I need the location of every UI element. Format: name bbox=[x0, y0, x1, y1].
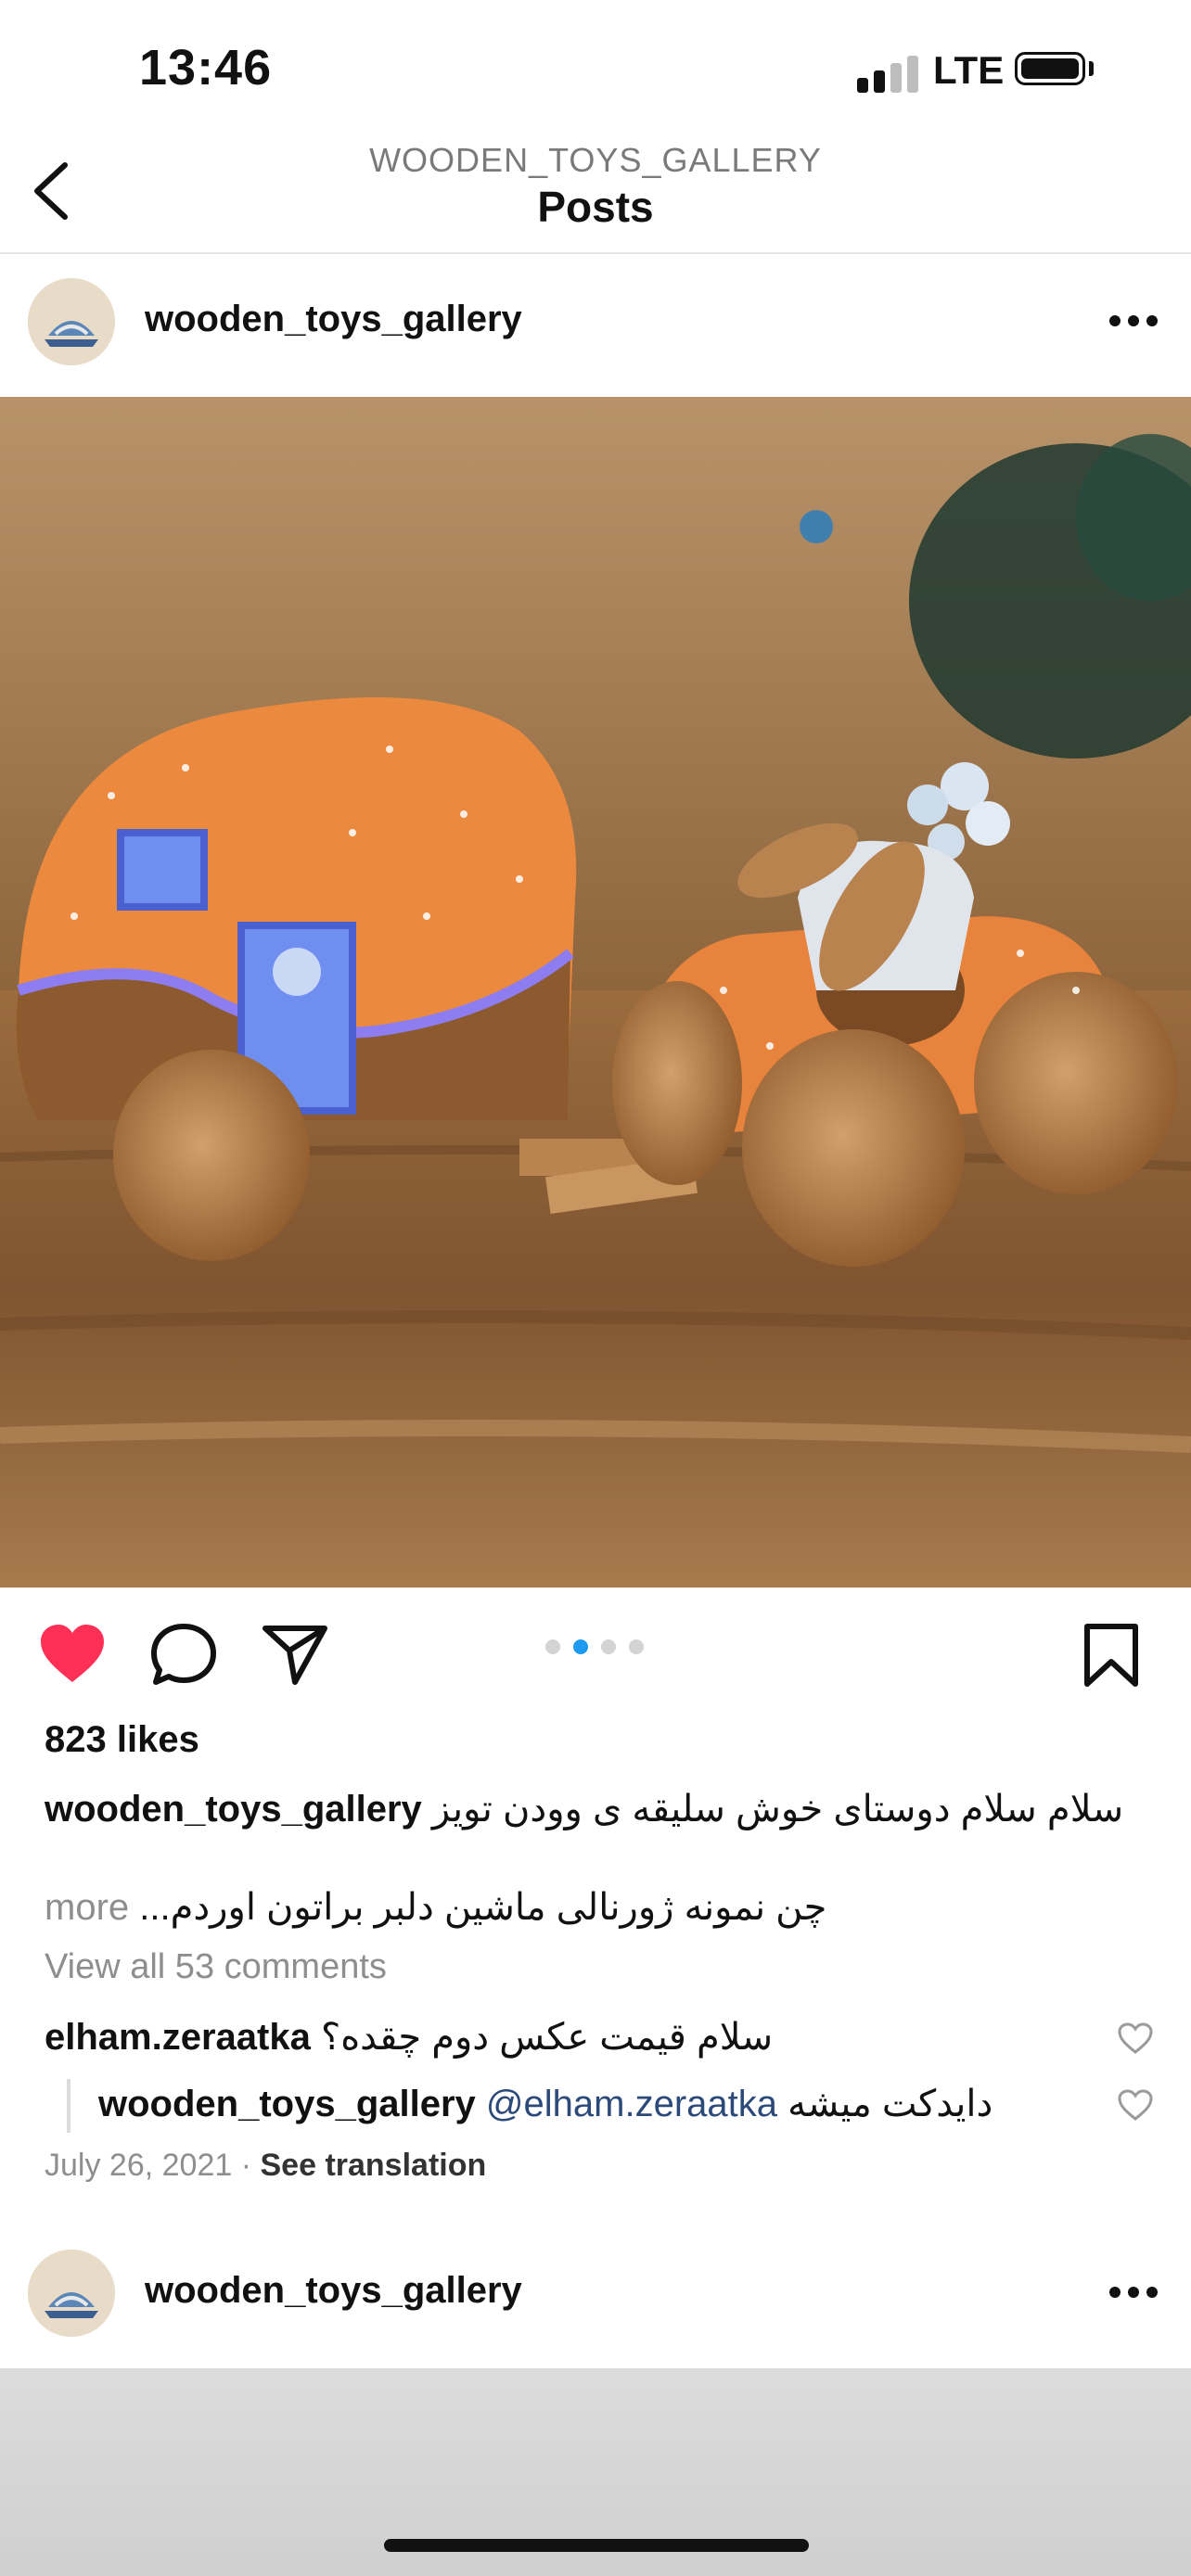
next-post-more-icon[interactable] bbox=[1109, 2287, 1165, 2302]
see-translation-link[interactable]: See translation bbox=[261, 2148, 487, 2183]
carousel-indicator bbox=[545, 1639, 647, 1658]
next-post-avatar[interactable] bbox=[28, 2250, 115, 2337]
reply-mention[interactable]: @elham.zeraatka bbox=[486, 2084, 777, 2124]
home-indicator[interactable] bbox=[384, 2539, 809, 2552]
date-separator: · bbox=[240, 2148, 261, 2183]
caption-text-1: سلام سلام دوستای خوش سلیقه ی وودن تویز bbox=[431, 1789, 1124, 1830]
heart-icon[interactable] bbox=[35, 1617, 109, 1691]
post-image[interactable] bbox=[0, 397, 1191, 1588]
reply-like-heart-icon[interactable] bbox=[1117, 2088, 1154, 2122]
caption-first-line: wooden_toys_gallery سلام سلام دوستای خوش… bbox=[45, 1788, 1139, 1830]
reply-thread-line bbox=[67, 2079, 70, 2133]
view-all-comments-link[interactable]: View all 53 comments bbox=[45, 1947, 387, 1987]
nav-subtitle: WOODEN_TOYS_GALLERY bbox=[369, 141, 822, 179]
status-time: 13:46 bbox=[139, 40, 273, 96]
battery-icon bbox=[1015, 52, 1085, 85]
post-date-line: July 26, 2021 · See translation bbox=[45, 2148, 486, 2184]
likes-count[interactable]: 823 likes bbox=[45, 1719, 199, 1761]
battery-cap bbox=[1089, 61, 1094, 76]
reply-username[interactable]: wooden_toys_gallery bbox=[98, 2084, 476, 2124]
reply-row: wooden_toys_gallery @elham.zeraatka داید… bbox=[98, 2083, 1082, 2125]
comment-icon[interactable] bbox=[147, 1617, 221, 1691]
bookmark-icon[interactable] bbox=[1074, 1617, 1148, 1691]
comment-username[interactable]: elham.zeraatka bbox=[45, 2017, 311, 2058]
post-username[interactable]: wooden_toys_gallery bbox=[145, 299, 522, 340]
avatar[interactable] bbox=[28, 278, 115, 365]
next-post-username[interactable]: wooden_toys_gallery bbox=[145, 2270, 522, 2312]
network-label: LTE bbox=[933, 48, 1005, 92]
comment-like-heart-icon[interactable] bbox=[1117, 2021, 1154, 2055]
comment-text: سلام قیمت عکس دوم چقده؟ bbox=[320, 2017, 774, 2058]
share-icon[interactable] bbox=[258, 1617, 332, 1691]
caption-second-line: more چن نمونه ژورنالی ماشین دلبر براتون … bbox=[45, 1886, 1139, 1929]
more-icon[interactable] bbox=[1109, 315, 1165, 330]
header-divider bbox=[0, 252, 1191, 254]
reply-text: دایدکت میشه bbox=[788, 2084, 993, 2124]
cellular-signal-icon bbox=[857, 56, 922, 93]
caption-more-link[interactable]: more bbox=[45, 1887, 129, 1928]
caption-username[interactable]: wooden_toys_gallery bbox=[45, 1789, 422, 1830]
post-date: July 26, 2021 bbox=[45, 2148, 233, 2183]
caption-text-2: چن نمونه ژورنالی ماشین دلبر براتون اوردم… bbox=[139, 1887, 827, 1928]
comment-row: elham.zeraatka سلام قیمت عکس دوم چقده؟ bbox=[45, 2016, 1083, 2059]
page-title: Posts bbox=[537, 183, 654, 231]
